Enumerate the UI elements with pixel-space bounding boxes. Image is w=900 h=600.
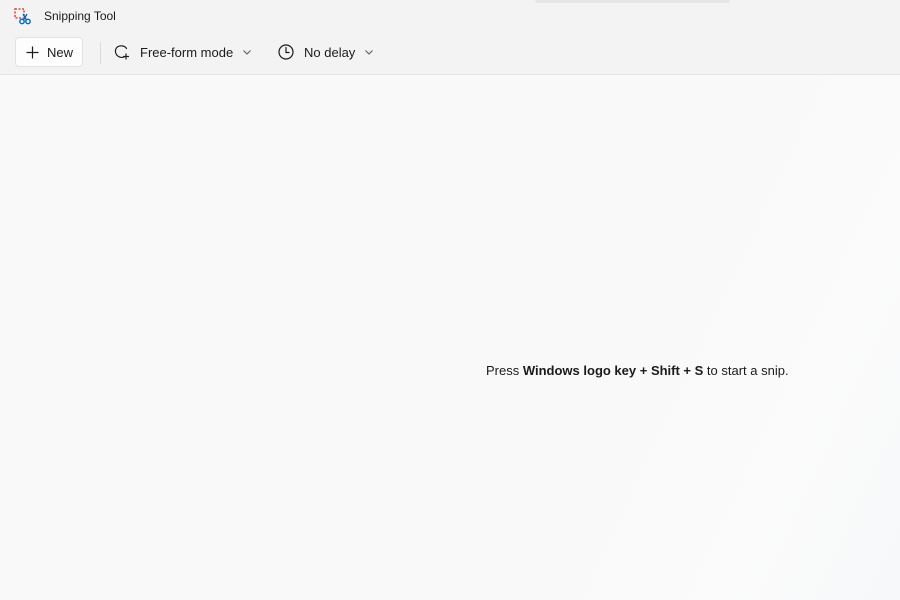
hint-suffix: to start a snip.: [703, 363, 789, 378]
shortcut-hint: Press Windows logo key + Shift + S to st…: [486, 363, 789, 378]
main-content-area: Press Windows logo key + Shift + S to st…: [0, 75, 900, 600]
new-button-label: New: [47, 44, 74, 60]
new-button[interactable]: New: [15, 37, 83, 67]
delay-dropdown[interactable]: No delay: [277, 37, 374, 67]
app-title: Snipping Tool: [44, 9, 116, 23]
toolbar-separator: [100, 42, 101, 64]
toolbar: New Free-form mode No delay: [0, 32, 900, 75]
hint-shortcut-keys: Windows logo key + Shift + S: [522, 363, 704, 378]
clock-icon: [278, 44, 294, 60]
snip-mode-label: Free-form mode: [140, 44, 234, 60]
chevron-down-icon: [243, 50, 252, 55]
hint-prefix: Press: [486, 363, 523, 378]
plus-icon: [26, 46, 39, 58]
chevron-down-icon: [365, 50, 374, 55]
snipping-tool-icon: [14, 8, 32, 26]
snipping-tool-window: Snipping Tool New Free-form mode No dela…: [0, 0, 900, 600]
snap-layout-hint: [535, 0, 730, 3]
delay-label: No delay: [304, 44, 356, 60]
snip-mode-dropdown[interactable]: Free-form mode: [113, 37, 252, 67]
free-form-lasso-icon: [114, 45, 129, 60]
title-bar[interactable]: Snipping Tool: [0, 0, 900, 32]
